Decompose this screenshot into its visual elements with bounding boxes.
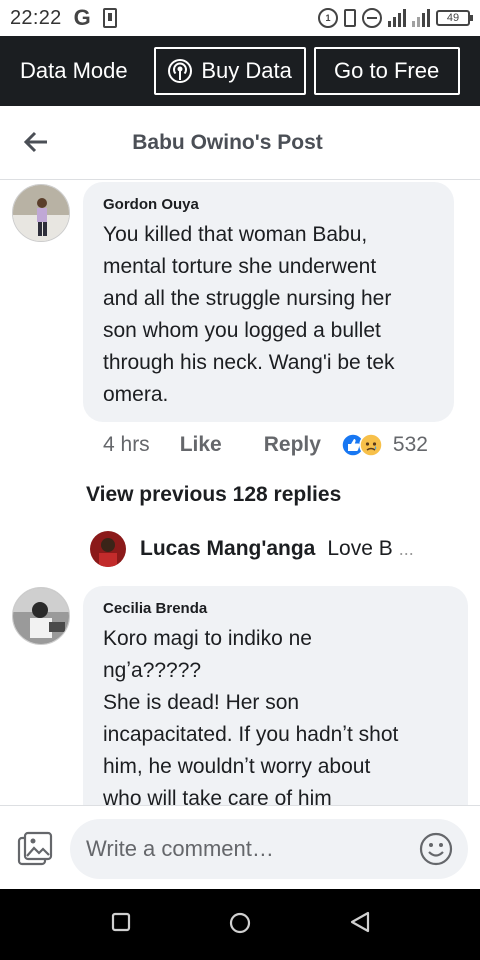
comment-actions: 4 hrs Like Reply 532 [103, 433, 428, 457]
sim-icon [102, 8, 117, 28]
comment-timestamp: 4 hrs [103, 433, 150, 456]
avatar[interactable] [12, 587, 70, 645]
comment-author[interactable]: Gordon Ouya [103, 196, 434, 213]
reply-text: Love B [327, 537, 393, 560]
photo-icon[interactable] [16, 830, 54, 868]
battery-icon: 49 [436, 10, 473, 26]
avatar-photo [13, 588, 69, 644]
avatar-photo [13, 185, 69, 241]
recent-apps-icon[interactable] [110, 911, 132, 933]
status-bar: 22:22 G 1 49 [0, 0, 480, 36]
comment-bubble[interactable]: Cecilia Brenda Koro magi to indiko ne ng… [83, 586, 468, 805]
status-icons: 1 49 [318, 8, 473, 28]
data-saver-icon: 1 [318, 8, 338, 28]
comment-bubble[interactable]: Gordon Ouya You killed that woman Babu, … [83, 182, 454, 422]
reply-button[interactable]: Reply [264, 433, 321, 457]
reply-author[interactable]: Lucas Mang'anga [140, 537, 315, 561]
comment-input[interactable] [70, 819, 468, 879]
go-to-free-button[interactable]: Go to Free [313, 47, 460, 95]
buy-data-label: Buy Data [201, 58, 292, 83]
sad-reaction-icon [359, 433, 383, 457]
comment-composer [0, 805, 480, 889]
reply-ellipsis: ... [398, 538, 414, 559]
system-nav-bar [0, 889, 480, 960]
reactions[interactable]: 532 [341, 433, 428, 457]
vibrate-icon [344, 9, 356, 27]
signal-2-icon [412, 9, 430, 27]
post-header: Babu Owino's Post [0, 106, 480, 180]
antenna-icon [168, 59, 193, 83]
reply-avatar[interactable] [90, 531, 126, 567]
buy-data-button[interactable]: Buy Data [153, 47, 306, 95]
like-button[interactable]: Like [180, 433, 222, 457]
avatar[interactable] [12, 184, 70, 242]
go-to-free-label: Go to Free [334, 58, 440, 83]
comment-text: You killed that woman Babu, mental tortu… [103, 223, 395, 406]
do-not-disturb-icon [362, 8, 382, 28]
data-mode-bar: Data Mode Buy Data Go to Free [0, 36, 480, 106]
signal-icon [388, 9, 406, 27]
comments-list: Gordon Ouya You killed that woman Babu, … [0, 181, 480, 805]
reaction-count: 532 [392, 433, 428, 456]
comment-author[interactable]: Cecilia Brenda [103, 600, 448, 617]
reply-preview[interactable]: Lucas Mang'anga Love B ... [90, 531, 414, 567]
home-icon[interactable] [228, 911, 252, 935]
data-mode-label: Data Mode [20, 58, 128, 83]
status-time: 22:22 [10, 6, 62, 29]
page-title: Babu Owino's Post [132, 130, 323, 154]
emoji-icon[interactable] [419, 832, 453, 866]
back-icon[interactable] [349, 911, 371, 933]
reply-avatar-photo [90, 531, 126, 567]
google-icon: G [73, 5, 91, 30]
comment-text: Koro magi to indiko ne ngʼa????? She is … [103, 627, 399, 805]
view-previous-replies-link[interactable]: View previous 128 replies [86, 483, 341, 507]
